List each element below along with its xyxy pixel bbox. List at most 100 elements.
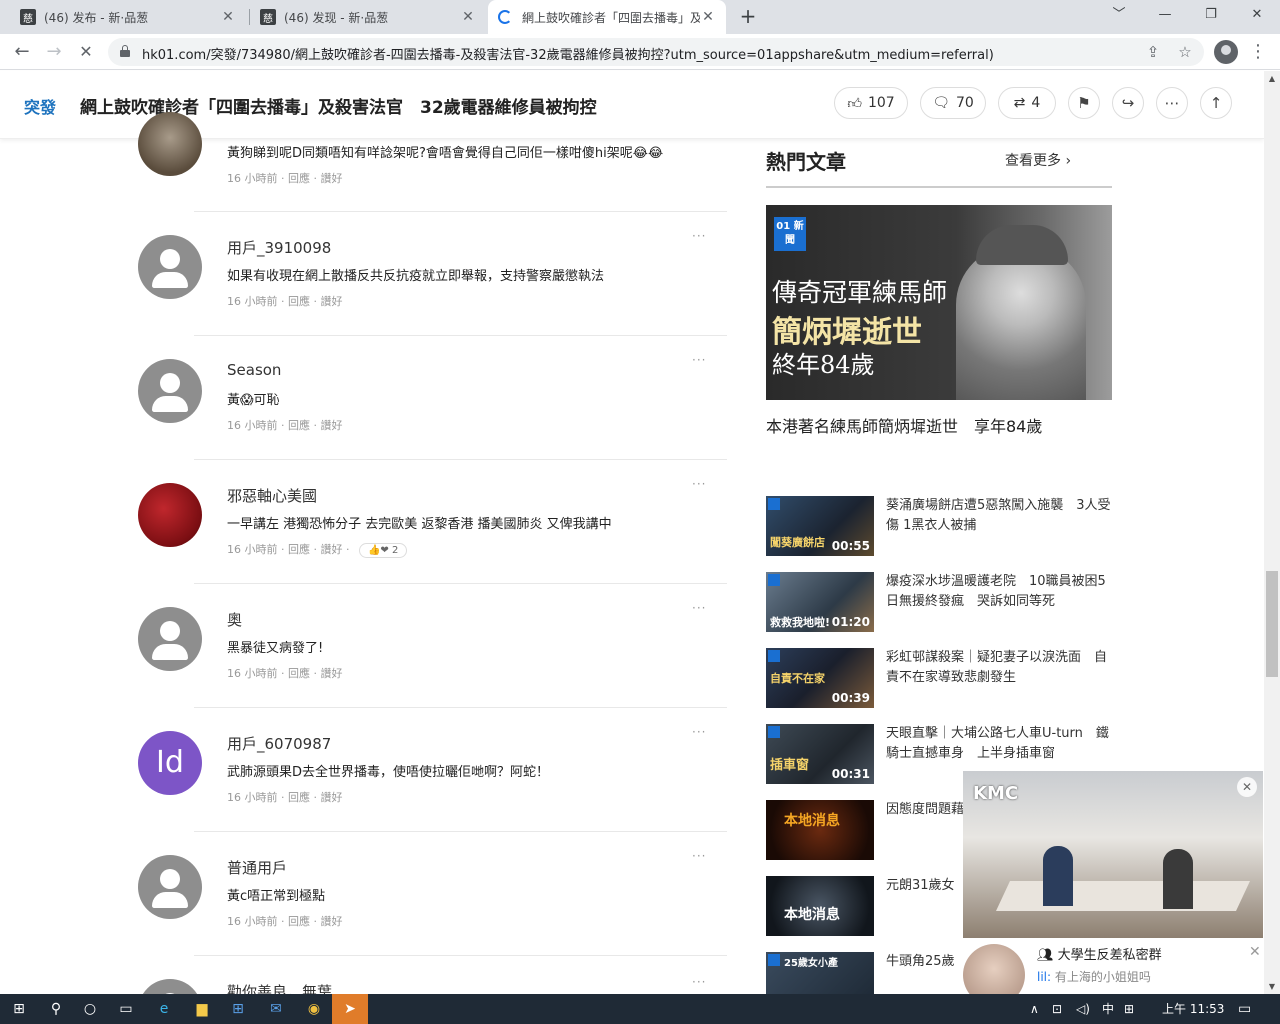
close-tab-icon[interactable]: ✕ [700,9,716,25]
advertisement-banner[interactable]: KMC ✕ [963,771,1263,938]
hero-article-image[interactable]: 01 新聞 傳奇冠軍練馬師 簡炳墀逝世 終年84歲 [766,205,1112,400]
close-chat-icon[interactable]: ✕ [1249,944,1261,960]
comment-button[interactable]: 🗨︎ 70 [920,87,986,119]
comment-meta-text[interactable]: 16 小時前 · 回應 · 讚好 · [227,543,349,556]
task-view-icon[interactable]: ▭ [108,994,144,1024]
video-thumbnail[interactable]: 自責不在家 00:39 [766,648,874,708]
restore-button[interactable]: ❐ [1188,0,1234,30]
close-window-button[interactable]: ✕ [1234,0,1280,30]
comment-more-icon[interactable]: ··· [692,229,706,243]
microsoft-store-icon[interactable]: ⊞ [220,994,256,1024]
comment-meta[interactable]: 16 小時前 · 回應 · 讚好 [227,665,342,681]
comment-author[interactable]: 邪惡軸心美國 [227,485,317,506]
browser-tab-2[interactable]: 慈 (46) 发现 - 新·品葱 ✕ [250,0,486,34]
video-thumbnail[interactable]: 闖葵廣餅店 00:55 [766,496,874,556]
repost-button[interactable]: ⇄ 4 [998,87,1056,119]
mail-icon[interactable]: ✉ [258,994,294,1024]
user-avatar[interactable] [138,607,202,671]
video-item[interactable]: 闖葵廣餅店 00:55 葵涌廣場餅店遭5惡煞闖入施襲 3人受傷 1黑衣人被捕 [766,496,1112,556]
reaction-badge[interactable]: 👍❤ 2 [358,543,408,558]
forward-arrow-icon[interactable]: → [42,40,66,64]
video-thumbnail[interactable]: 救救我地啦! 01:20 [766,572,874,632]
url-text[interactable]: hk01.com/突發/734980/網上鼓吹確診者-四圍去播毒-及殺害法官-3… [142,44,994,63]
network-icon[interactable]: ⊡ [1052,994,1062,1024]
see-more-link[interactable]: 查看更多 › [1005,150,1071,170]
comment-meta[interactable]: 16 小時前 · 回應 · 讚好 [227,789,342,805]
ad-close-icon[interactable]: ✕ [1237,777,1257,797]
new-tab-button[interactable]: + [737,5,759,27]
see-more-label[interactable]: 查看更多 [1005,153,1061,169]
tray-chevron-icon[interactable]: ∧ [1030,994,1039,1024]
telegram-icon[interactable]: ➤ [332,994,368,1024]
scroll-down-arrow-icon[interactable]: ▼ [1266,982,1278,991]
share-arrow-icon[interactable]: ↪ [1112,87,1144,119]
close-tab-icon[interactable]: ✕ [220,9,236,25]
comment-more-icon[interactable]: ··· [692,353,706,367]
address-bar[interactable]: hk01.com/突發/734980/網上鼓吹確診者-四圍去播毒-及殺害法官-3… [108,38,1204,66]
stop-loading-icon[interactable]: ✕ [74,40,98,64]
video-thumbnail[interactable]: 本地消息 [766,876,874,936]
browser-tab-active[interactable]: 網上鼓吹確診者「四圍去播毒」及殺害法官 ✕ [488,0,726,34]
comment-meta[interactable]: 16 小時前 · 回應 · 讚好 [227,417,342,433]
user-avatar[interactable] [138,112,202,176]
chat-notification[interactable]: 👥︎ 大學生反差私密群 lil: 有上海的小姐姐吗 ✕ [963,938,1263,1006]
comment-author[interactable]: 用戶_6070987 [227,733,331,754]
clock[interactable]: 上午 11:53 [1162,994,1224,1024]
user-avatar[interactable] [138,483,202,547]
video-title[interactable]: 天眼直擊｜大埔公路七人車U-turn 鐵騎士直撼車身 上半身插車窗 [886,724,1112,764]
scroll-up-arrow-icon[interactable]: ▲ [1266,74,1278,83]
scrollbar-thumb[interactable] [1266,571,1278,677]
input-method-indicator[interactable]: 中 [1102,994,1114,1024]
video-item[interactable]: 自責不在家 00:39 彩虹邨謀殺案｜疑犯妻子以淚洗面 自責不在家導致悲劇發生 [766,648,1112,708]
windows-start-icon[interactable]: ⊞ [0,994,38,1024]
lock-icon[interactable] [120,45,130,57]
volume-icon[interactable]: ◁) [1076,994,1090,1024]
comment-meta[interactable]: 16 小時前 · 回應 · 讚好 · 👍❤ 2 [227,541,408,558]
notification-center-icon[interactable]: ▭ [1238,994,1251,1024]
cortana-icon[interactable]: ○ [72,994,108,1024]
search-icon[interactable]: ⚲ [38,994,74,1024]
user-avatar[interactable] [138,235,202,299]
hero-article-caption[interactable]: 本港著名練馬師簡炳墀逝世 享年84歲 [766,413,1042,437]
comment-more-icon[interactable]: ··· [692,849,706,863]
video-title[interactable]: 彩虹邨謀殺案｜疑犯妻子以淚洗面 自責不在家導致悲劇發生 [886,648,1112,688]
video-thumbnail[interactable]: 插車窗 00:31 [766,724,874,784]
share-icon[interactable]: ⇪ [1142,41,1164,63]
comment-more-icon[interactable]: ··· [692,979,706,989]
file-explorer-icon[interactable]: ▆ [184,994,220,1024]
user-avatar[interactable] [138,855,202,919]
comment-author[interactable]: 用戶_3910098 [227,237,331,258]
browser-tab-1[interactable]: 慈 (46) 发布 - 新·品葱 ✕ [10,0,246,34]
bookmark-icon[interactable]: ⚑ [1068,87,1100,119]
video-title[interactable]: 葵涌廣場餅店遭5惡煞闖入施襲 3人受傷 1黑衣人被捕 [886,496,1112,536]
edge-browser-icon[interactable]: e [146,994,182,1024]
comment-author[interactable]: 奧 [227,609,242,630]
comment-meta[interactable]: 16 小時前 · 回應 · 讚好 [227,293,342,309]
user-avatar[interactable] [138,359,202,423]
scroll-to-top-icon[interactable]: ↑ [1200,87,1232,119]
video-title[interactable]: 爆疫深水埗溫暖護老院 10職員被困5日無援終發瘋 哭訴如同等死 [886,572,1112,612]
like-button[interactable]: 👍︎ 107 [834,87,908,119]
page-scrollbar[interactable] [1264,71,1280,994]
comment-meta[interactable]: 16 小時前 · 回應 · 讚好 [227,170,342,186]
browser-menu-icon[interactable]: ⋮ [1246,40,1270,64]
ime-mode-icon[interactable]: ⊞ [1124,994,1134,1024]
tab-search-button[interactable]: ﹀ [1096,0,1142,30]
comment-author[interactable]: 普通用戶 [227,857,287,878]
user-avatar[interactable]: Id [138,731,202,795]
comment-more-icon[interactable]: ··· [692,725,706,739]
video-thumbnail[interactable]: 25歲女小產 [766,952,874,994]
more-options-icon[interactable]: ⋯ [1156,87,1188,119]
comment-more-icon[interactable]: ··· [692,601,706,615]
category-label[interactable]: 突發 [24,94,56,118]
back-arrow-icon[interactable]: ← [10,40,34,64]
chrome-icon[interactable]: ◉ [296,994,332,1024]
video-thumbnail[interactable]: 本地消息 [766,800,874,860]
comment-meta[interactable]: 16 小時前 · 回應 · 讚好 [227,913,342,929]
profile-avatar-icon[interactable] [1214,40,1238,64]
comment-author[interactable]: 勸你善良，無葉 [227,981,332,994]
close-tab-icon[interactable]: ✕ [460,9,476,25]
minimize-button[interactable]: — [1142,0,1188,30]
bookmark-star-icon[interactable]: ☆ [1174,41,1196,63]
comment-more-icon[interactable]: ··· [692,477,706,491]
